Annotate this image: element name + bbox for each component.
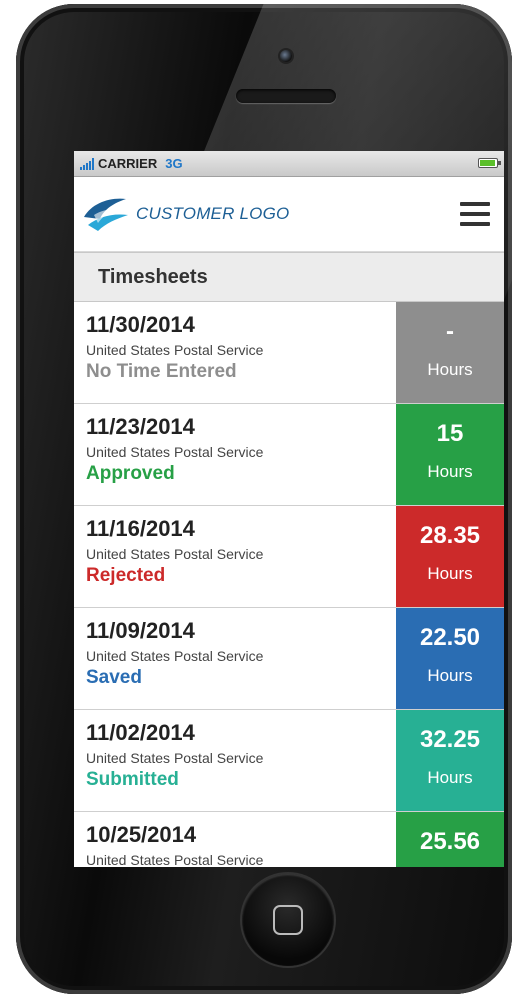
front-camera: [280, 50, 292, 62]
hours-tile: 15 Hours: [396, 404, 504, 505]
hours-tile: 28.35 Hours: [396, 506, 504, 607]
timesheet-company: United States Postal Service: [86, 750, 264, 766]
logo-text: CUSTOMER LOGO: [136, 204, 290, 223]
hours-tile: 25.56: [396, 812, 504, 867]
timesheet-company: United States Postal Service: [86, 444, 264, 460]
phone-frame: CARRIER 3G CUSTOMER LOGO Timesheets 11/3…: [16, 4, 512, 994]
hours-value: 28.35: [419, 522, 481, 549]
timesheet-date: 11/02/2014: [86, 720, 195, 745]
home-button[interactable]: [242, 874, 334, 966]
status-bar: CARRIER 3G: [74, 151, 504, 177]
timesheet-date: 11/23/2014: [86, 414, 195, 439]
timesheet-info: 11/09/2014 United States Postal Service …: [74, 608, 396, 709]
timesheet-row[interactable]: 11/09/2014 United States Postal Service …: [74, 608, 504, 710]
hours-tile: 32.25 Hours: [396, 710, 504, 811]
timesheet-date: 11/09/2014: [86, 618, 195, 643]
hours-unit: Hours: [427, 360, 473, 379]
hours-tile: - Hours: [396, 302, 504, 403]
timesheet-status: No Time Entered: [86, 361, 237, 382]
timesheet-company: United States Postal Service: [86, 546, 264, 562]
timesheet-status: Approved: [86, 463, 175, 484]
home-square-icon: [273, 905, 303, 935]
carrier-name: CARRIER: [98, 156, 158, 171]
section-title: Timesheets: [74, 252, 504, 302]
timesheet-row[interactable]: 11/16/2014 United States Postal Service …: [74, 506, 504, 608]
timesheet-row[interactable]: 10/25/2014 United States Postal Service …: [74, 812, 504, 867]
timesheet-status: Rejected: [86, 565, 166, 586]
timesheet-date: 11/16/2014: [86, 516, 195, 541]
timesheet-company: United States Postal Service: [86, 852, 264, 867]
earpiece-speaker: [236, 89, 336, 103]
app-header: CUSTOMER LOGO: [74, 177, 504, 252]
timesheet-info: 11/30/2014 United States Postal Service …: [74, 302, 396, 403]
phone-screen: CARRIER 3G CUSTOMER LOGO Timesheets 11/3…: [74, 151, 504, 867]
timesheet-row[interactable]: 11/02/2014 United States Postal Service …: [74, 710, 504, 812]
customer-logo[interactable]: CUSTOMER LOGO: [80, 195, 289, 233]
battery-icon: [478, 158, 501, 168]
timesheet-row[interactable]: 11/23/2014 United States Postal Service …: [74, 404, 504, 506]
hours-tile: 22.50 Hours: [396, 608, 504, 709]
timesheet-company: United States Postal Service: [86, 342, 264, 358]
hours-value: 15: [436, 420, 464, 447]
hours-value: 25.56: [419, 828, 481, 855]
signal-bars-icon: [80, 157, 95, 170]
hours-value: -: [446, 318, 454, 345]
hours-value: 32.25: [419, 726, 481, 753]
timesheet-status: Submitted: [86, 769, 179, 790]
timesheet-company: United States Postal Service: [86, 648, 264, 664]
timesheet-info: 11/16/2014 United States Postal Service …: [74, 506, 396, 607]
hours-unit: Hours: [427, 666, 473, 685]
hours-value: 22.50: [419, 624, 481, 651]
logo-swoosh-icon: [84, 198, 128, 231]
timesheet-info: 10/25/2014 United States Postal Service: [74, 812, 396, 867]
hours-unit: Hours: [427, 564, 473, 583]
timesheet-status: Saved: [86, 667, 142, 688]
hamburger-menu-button[interactable]: [460, 202, 490, 226]
timesheet-date: 10/25/2014: [86, 822, 197, 847]
timesheet-row[interactable]: 11/30/2014 United States Postal Service …: [74, 302, 504, 404]
timesheet-info: 11/23/2014 United States Postal Service …: [74, 404, 396, 505]
timesheet-date: 11/30/2014: [86, 312, 195, 337]
hamburger-menu-icon: [460, 202, 490, 206]
hours-unit: Hours: [427, 462, 473, 481]
hours-unit: Hours: [427, 768, 473, 787]
timesheet-info: 11/02/2014 United States Postal Service …: [74, 710, 396, 811]
timesheet-list: 11/30/2014 United States Postal Service …: [74, 302, 504, 867]
network-type: 3G: [165, 156, 183, 171]
